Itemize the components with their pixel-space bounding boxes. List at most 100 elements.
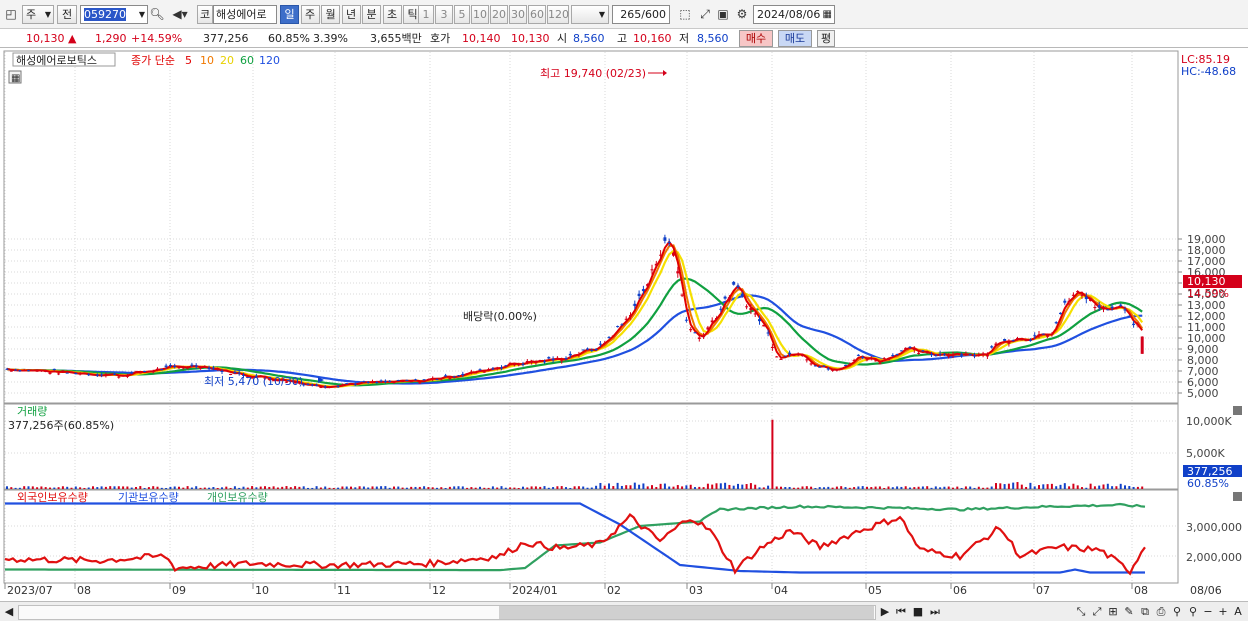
candle-body (1110, 306, 1114, 309)
volume-panel-frame (3, 403, 1179, 490)
candle-body (52, 368, 56, 371)
search-icon[interactable]: ⚲ (1186, 604, 1200, 619)
scroll-right-icon[interactable]: ▶ (878, 604, 892, 619)
candle-body (319, 387, 323, 389)
volume-bar (246, 487, 249, 489)
candle-body (805, 359, 809, 361)
volume-bar (1128, 486, 1131, 489)
scrollbar-thumb[interactable] (499, 606, 874, 619)
auto-scale-icon[interactable]: A (1231, 604, 1245, 619)
volume-bar (629, 485, 632, 489)
volume-bar (758, 487, 761, 489)
candle-body (358, 382, 362, 384)
candle-body (766, 332, 770, 334)
volume-bar (31, 486, 34, 489)
candle-body (323, 386, 327, 388)
expand-icon[interactable]: ⤡ (1074, 604, 1088, 619)
ma-line (6, 277, 1143, 387)
scroll-left-icon[interactable]: ◀ (2, 604, 16, 619)
candle-body (168, 364, 172, 366)
holder-close-icon[interactable] (1233, 492, 1242, 501)
x-tick-label: 12 (432, 584, 446, 597)
candle-body (968, 354, 972, 356)
candle-body (100, 374, 104, 376)
candle-body (891, 355, 895, 357)
volume-bar (857, 486, 860, 489)
volume-bar (169, 486, 172, 489)
volume-bar (870, 487, 873, 489)
candle-body (233, 371, 237, 373)
plus-icon[interactable]: + (1216, 604, 1230, 619)
volume-bar (947, 486, 950, 489)
volume-bar (281, 486, 284, 489)
candle-body (758, 319, 761, 322)
volume-bar (233, 486, 236, 489)
volume-bars (6, 419, 1144, 489)
volume-bar (659, 483, 662, 489)
candle-body (706, 327, 710, 330)
zoom-icon[interactable]: ⚲ (1170, 604, 1184, 619)
candle-body (981, 353, 985, 356)
volume-bar (969, 486, 972, 489)
volume-bar (1055, 486, 1058, 489)
print-icon[interactable]: ⎙ (1154, 604, 1168, 619)
candle-body (912, 349, 916, 351)
volume-bar (891, 487, 894, 489)
candle-body (461, 373, 465, 376)
candle-body (775, 356, 779, 358)
candle-body (740, 293, 744, 296)
candle-body (1059, 312, 1062, 315)
candle-body (18, 370, 22, 372)
candle-body (194, 365, 198, 367)
volume-bar (612, 486, 615, 489)
candle-body (607, 337, 611, 339)
candle-body (435, 379, 439, 381)
stop-icon[interactable]: ■ (911, 604, 925, 619)
shrink-icon[interactable]: ⤢ (1090, 604, 1104, 619)
volume-bar (143, 487, 146, 489)
forward-icon[interactable]: ⏭ (928, 604, 942, 619)
volume-bar (44, 487, 47, 489)
scrollbar-track[interactable] (18, 605, 876, 620)
candle-body (938, 353, 942, 355)
volume-close-icon[interactable] (1233, 406, 1242, 415)
candle-body (177, 366, 181, 369)
rewind-icon[interactable]: ⏮ (894, 604, 908, 619)
volume-bar (655, 487, 658, 489)
volume-bar (939, 487, 942, 489)
candle-body (620, 324, 624, 326)
ma-120-label: 120 (259, 54, 280, 67)
stock-chart[interactable]: 해성에어로보틱스 종가 단순 5 10 20 60 120 ▦ LC:85.19… (0, 0, 1248, 621)
volume-bar (943, 486, 946, 489)
candle-body (121, 375, 125, 377)
volume-bar (487, 487, 490, 489)
volume-bar (698, 486, 701, 489)
candle-body (491, 368, 495, 370)
volume-bar (276, 487, 279, 489)
volume-bar (225, 486, 228, 489)
volume-bar (651, 485, 653, 489)
candle-body (534, 362, 538, 364)
copy-icon[interactable]: ⧉ (1138, 604, 1152, 619)
volume-bar (427, 487, 430, 489)
volume-bar (405, 487, 408, 489)
candle-body (581, 349, 585, 351)
volume-bar (66, 486, 69, 489)
volume-bar (1081, 487, 1083, 489)
candle-body (942, 354, 946, 356)
crosshair-icon[interactable]: ⊞ (1106, 604, 1120, 619)
vol-tick-10000k: 10,000K (1186, 415, 1232, 428)
minus-icon[interactable]: − (1201, 604, 1215, 619)
candle-body (788, 352, 792, 355)
candle-body (61, 370, 65, 372)
candle-body (517, 363, 521, 366)
price-y-axis: 19,00018,00017,00016,00015,00014,00013,0… (1178, 233, 1226, 400)
volume-bar (242, 486, 245, 489)
draw-icon[interactable]: ✎ (1122, 604, 1136, 619)
candle-body (689, 329, 693, 331)
candle-body (143, 370, 147, 372)
candle-body (371, 381, 374, 383)
candle-body (560, 360, 564, 362)
candle-body (586, 348, 589, 350)
candle-body (1132, 323, 1136, 325)
